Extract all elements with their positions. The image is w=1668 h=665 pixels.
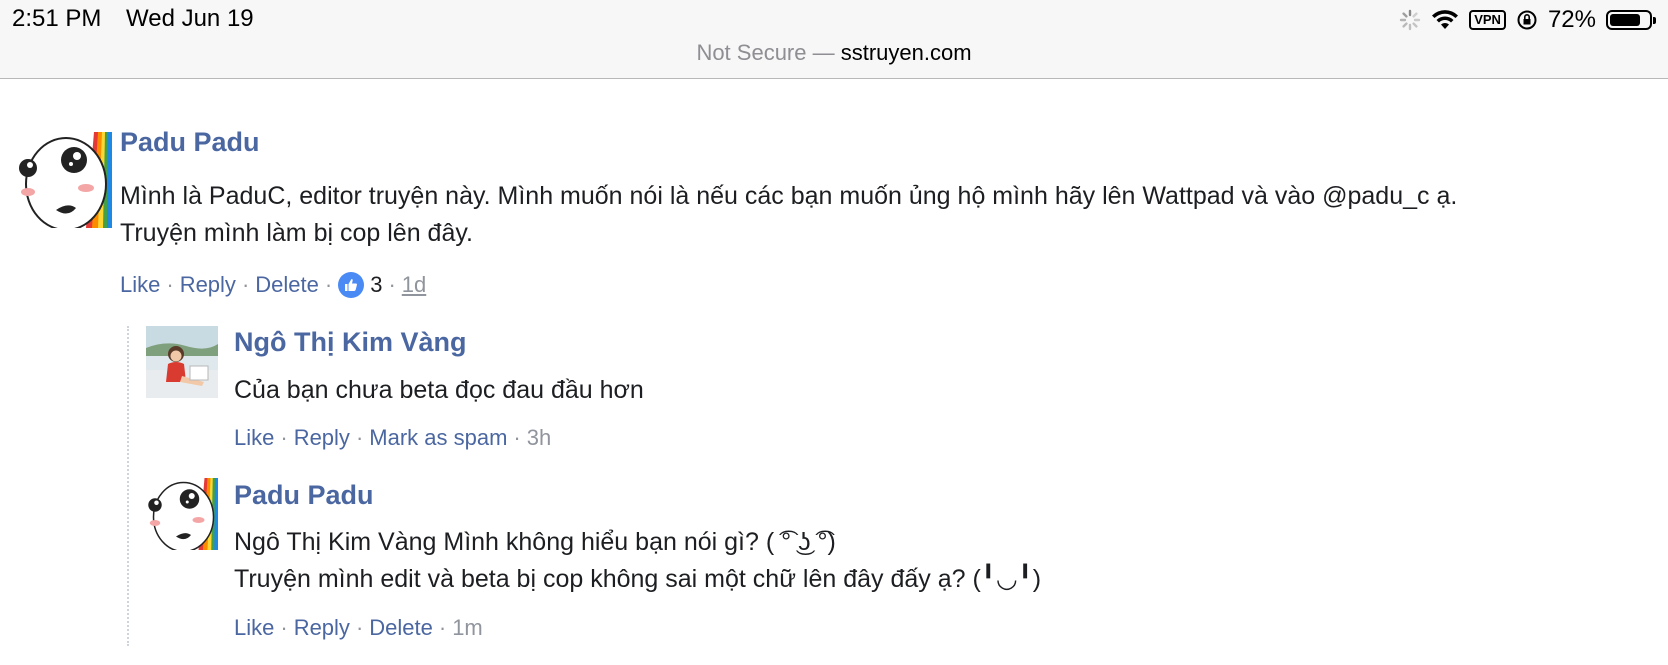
comment-text: Của bạn chưa beta đọc đau đầu hơn <box>234 372 644 409</box>
battery-percent: 72% <box>1547 6 1596 33</box>
loading-spinner-icon <box>1400 9 1421 31</box>
avatar[interactable] <box>146 478 218 550</box>
comment-actions: Like · Reply · Delete · 1m <box>234 615 483 641</box>
comment-timestamp[interactable]: 1m <box>452 615 483 641</box>
reply-thread-line <box>127 326 129 646</box>
rotation-lock-icon <box>1517 10 1537 30</box>
thumbs-up-icon <box>338 272 365 298</box>
wifi-icon <box>1432 10 1459 29</box>
status-indicators: VPN 72% <box>1399 6 1656 34</box>
comment-text: Mình là PaduC, editor truyện này. Mình m… <box>120 178 1457 252</box>
comment-author[interactable]: Padu Padu <box>234 480 374 511</box>
reply-link[interactable]: Reply <box>180 272 236 298</box>
delete-link[interactable]: Delete <box>369 615 433 641</box>
comment-timestamp[interactable]: 1d <box>402 272 426 298</box>
comment-actions: Like · Reply · Delete · 3 · 1d <box>120 272 427 298</box>
avatar[interactable] <box>146 326 218 398</box>
like-link[interactable]: Like <box>234 615 274 641</box>
address-bar[interactable]: Not Secure — sstruyen.com <box>0 40 1668 66</box>
reply-link[interactable]: Reply <box>294 425 350 451</box>
comment-actions: Like · Reply · Mark as spam · 3h <box>234 425 552 451</box>
like-link[interactable]: Like <box>120 272 160 298</box>
mark-as-spam-link[interactable]: Mark as spam <box>369 425 507 451</box>
avatar[interactable] <box>16 132 112 228</box>
not-secure-label: Not Secure — <box>696 40 835 65</box>
like-link[interactable]: Like <box>234 425 274 451</box>
comment-line: Của bạn chưa beta đọc đau đầu hơn <box>234 376 644 404</box>
status-date: Wed Jun 19 <box>126 5 254 32</box>
comment-line: Truyện mình làm bị cop lên đây. <box>120 219 473 247</box>
comment-line: Ngô Thị Kim Vàng Mình không hiểu bạn nói… <box>234 528 836 556</box>
comment-line: Truyện mình edit và beta bị cop không sa… <box>234 565 1042 593</box>
status-time: 2:51 PM <box>12 5 102 32</box>
vpn-badge: VPN <box>1469 10 1506 30</box>
reply-link[interactable]: Reply <box>294 615 350 641</box>
url-domain: sstruyen.com <box>840 40 972 65</box>
comment-author[interactable]: Ngô Thị Kim Vàng <box>234 327 467 358</box>
comment-text: Ngô Thị Kim Vàng Mình không hiểu bạn nói… <box>234 524 1041 598</box>
like-count: 3 <box>370 272 383 297</box>
comment-timestamp[interactable]: 3h <box>527 425 551 451</box>
status-bar: 2:51 PM Wed Jun 19 VPN 72% Not Secure — … <box>0 0 1668 79</box>
delete-link[interactable]: Delete <box>255 272 319 298</box>
comment-line: Mình là PaduC, editor truyện này. Mình m… <box>120 182 1458 210</box>
battery-icon <box>1606 10 1656 30</box>
comment-author[interactable]: Padu Padu <box>120 127 260 158</box>
